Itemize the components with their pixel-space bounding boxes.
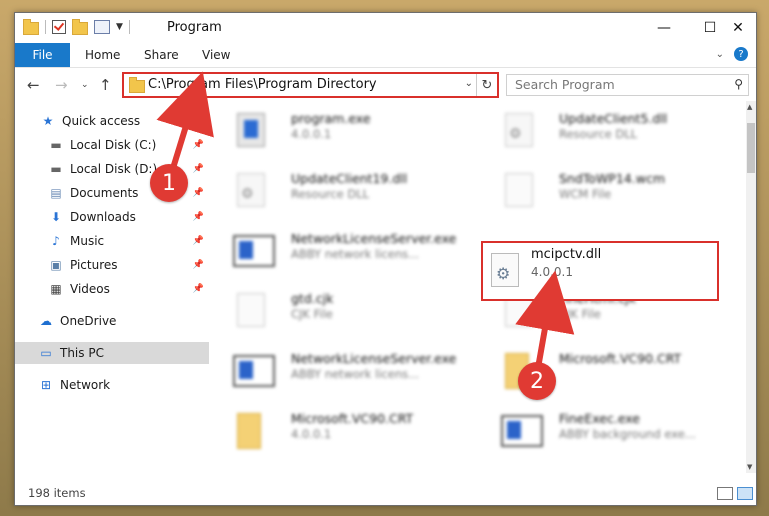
annotation-arrow-2 (515, 270, 575, 369)
annotation-arrows (156, 71, 575, 369)
step-badge-1: 1 (150, 164, 188, 202)
step-badge-2: 2 (518, 362, 556, 400)
